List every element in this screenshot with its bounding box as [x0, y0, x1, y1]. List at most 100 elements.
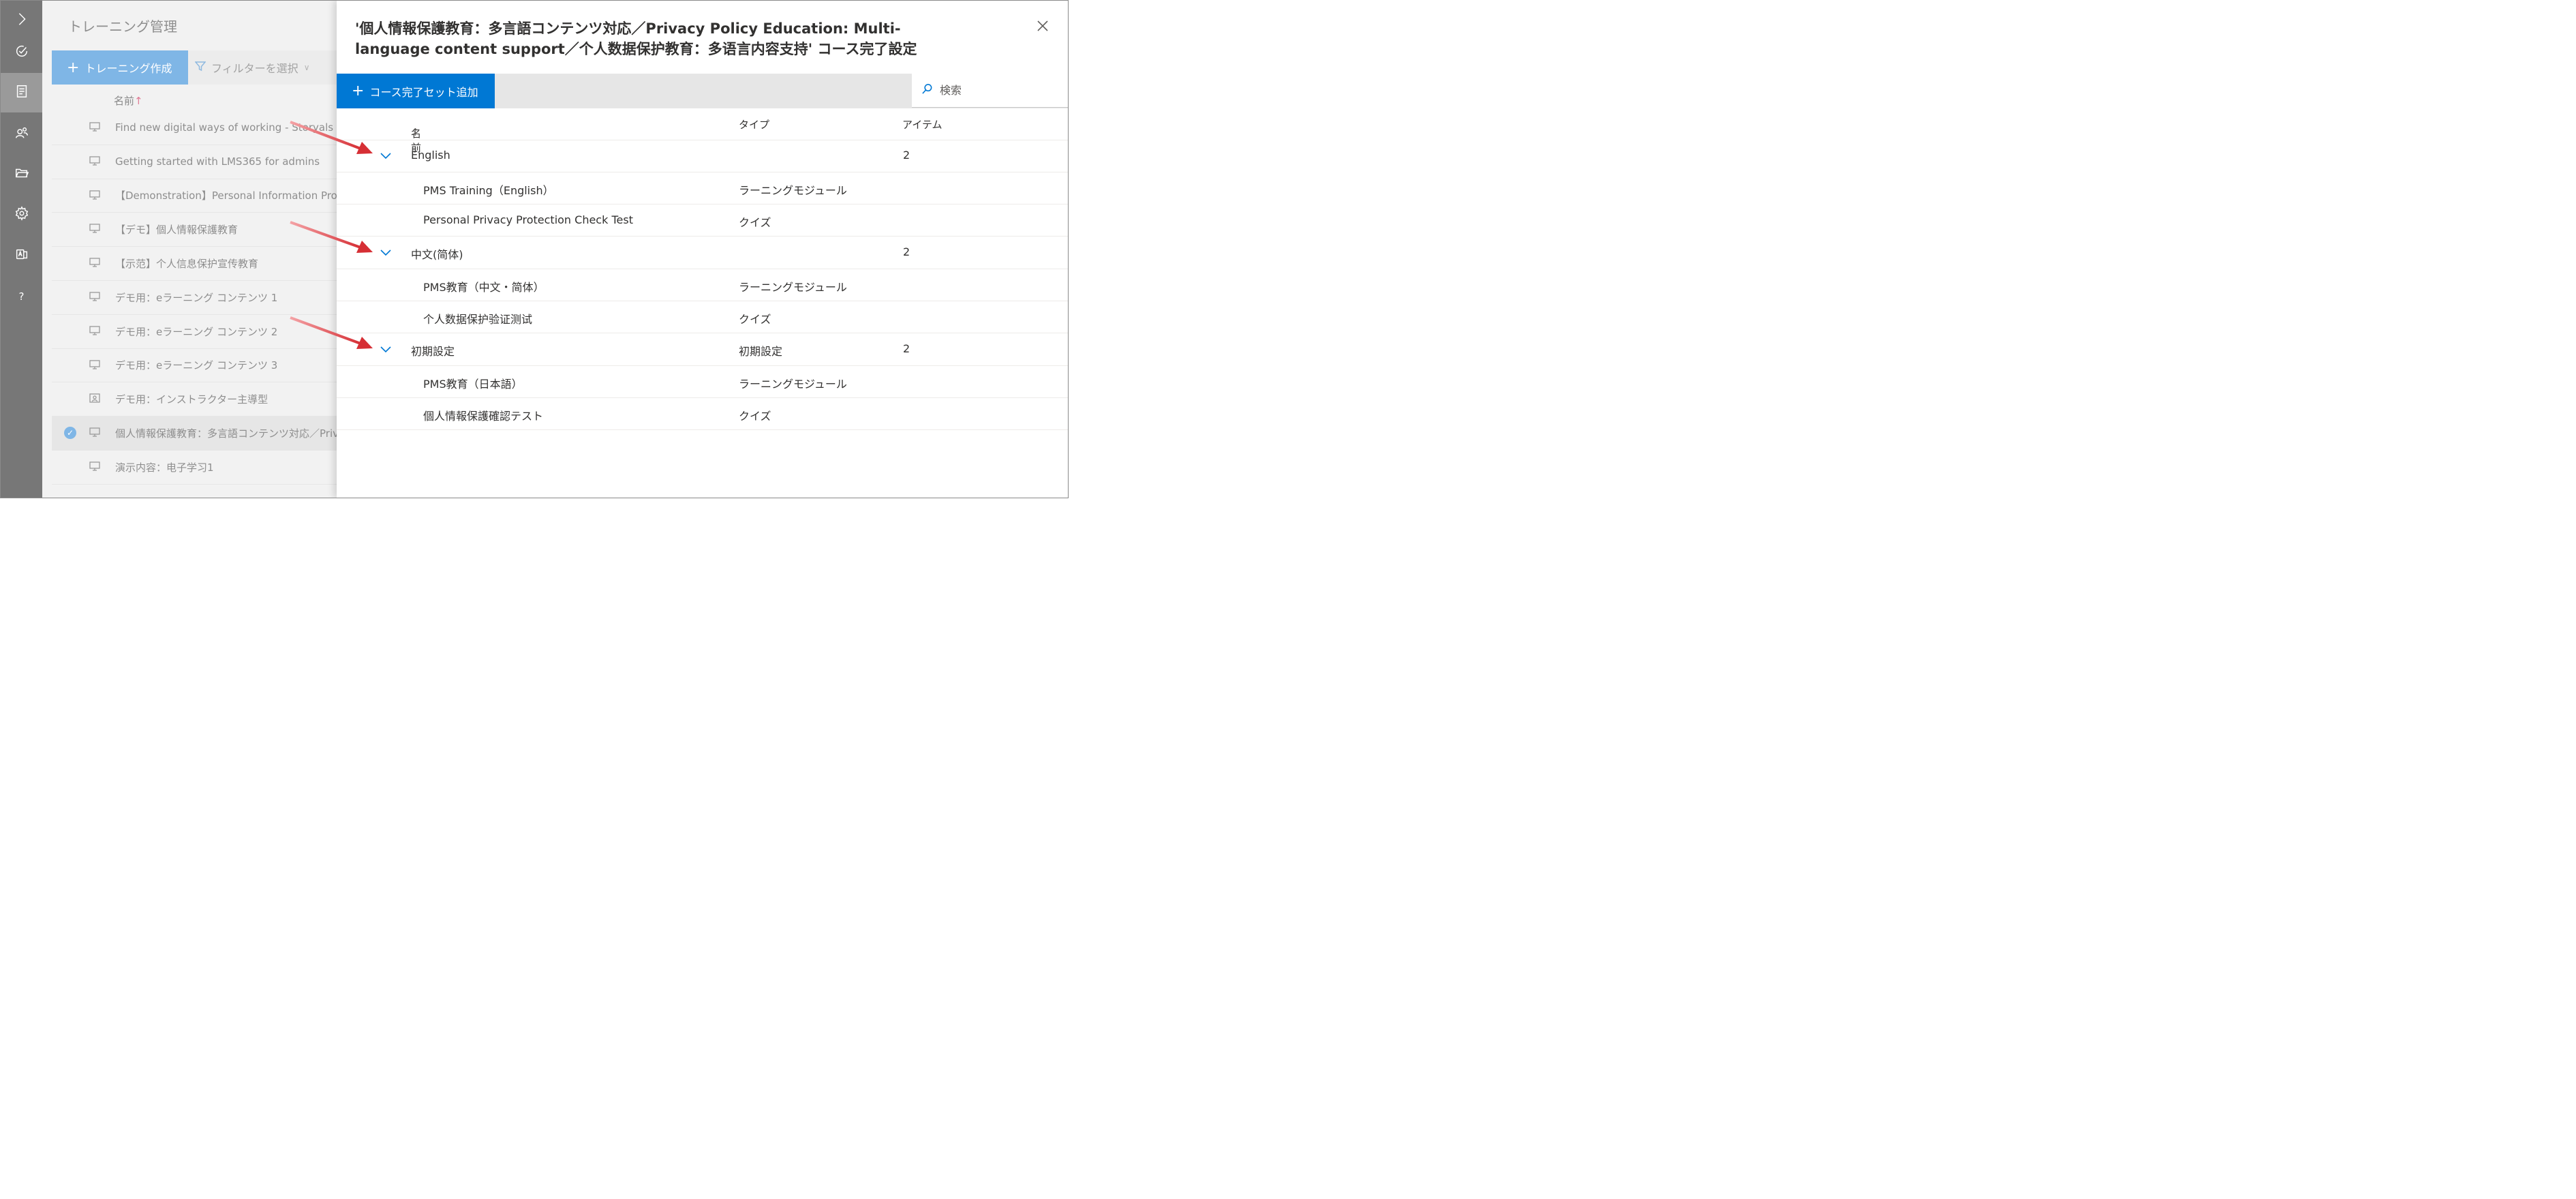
item-type: クイズ [739, 216, 771, 229]
table-row[interactable]: PMS Training（English） ラーニングモジュール [337, 172, 1068, 204]
list-item-label: デモ用：eラーニング コンテンツ 2 [115, 325, 278, 338]
search-input[interactable] [938, 83, 1057, 97]
item-name: PMS Training（English） [423, 184, 554, 197]
nav-item-help[interactable]: ? [1, 277, 42, 316]
group-name: English [411, 149, 450, 162]
list-item-label: デモ用：インストラクター主導型 [115, 393, 269, 406]
chevron-right-icon [14, 12, 29, 29]
filter-icon [194, 61, 211, 74]
item-name: PMS教育（中文・简体） [423, 281, 545, 294]
list-item[interactable]: デモ用：eラーニング コンテンツ 2 [52, 315, 345, 349]
group-name: 初期設定 [411, 345, 455, 358]
monitor-icon [89, 122, 100, 132]
table-row[interactable]: PMS教育（日本語） ラーニングモジュール [337, 366, 1068, 398]
group-name: 中文(简体) [411, 248, 463, 261]
monitor-icon [89, 326, 100, 335]
list-item[interactable]: Find new digital ways of working - Story… [52, 111, 345, 145]
gear-icon [14, 206, 29, 224]
chevron-down-icon[interactable] [379, 245, 394, 260]
group-row-default[interactable]: 初期設定 初期設定 2 [337, 333, 1068, 366]
list-item[interactable]: 【示范】个人信息保护宣传教育 [52, 247, 345, 281]
list-item-label: 【示范】个人信息保护宣传教育 [115, 258, 259, 271]
sort-arrow-icon: ↑ [411, 126, 420, 138]
group-row-chinese[interactable]: 中文(简体) 2 [337, 237, 1068, 269]
table-row[interactable]: 个人数据保护验证测试 クイズ [337, 301, 1068, 333]
list-item-label: 個人情報保護教育：多言語コンテンツ対応／Privacy [115, 427, 345, 440]
list-item-label: Find new digital ways of working - Story… [115, 121, 334, 134]
training-list: Find new digital ways of working - Story… [52, 111, 345, 485]
group-count: 2 [903, 342, 910, 355]
item-name: 个人数据保护验证测试 [423, 313, 533, 326]
nav-item-folders[interactable] [1, 155, 42, 194]
translate-icon [14, 247, 29, 264]
chevron-down-icon: ∨ [303, 63, 310, 72]
filter-label: フィルターを選択 [211, 62, 298, 75]
nav-item-translate[interactable] [1, 236, 42, 275]
table-header: 名前 ↑ タイプ アイテム [337, 108, 1068, 154]
create-training-button[interactable]: + トレーニング作成 [52, 50, 188, 85]
add-completion-set-label: コース完了セット追加 [369, 85, 478, 99]
list-item[interactable]: 演示内容：电子学习1 [52, 451, 345, 485]
course-completion-panel: '個人情報保護教育：多言語コンテンツ対応／Privacy Policy Educ… [337, 1, 1068, 498]
item-type: ラーニングモジュール [739, 378, 847, 391]
add-completion-set-button[interactable]: + コース完了セット追加 [337, 74, 495, 108]
folder-icon [14, 166, 29, 183]
plus-icon: + [352, 82, 365, 100]
list-item-label: 【デモ】個人情報保護教育 [115, 224, 239, 237]
table-row[interactable]: 個人情報保護確認テスト クイズ [337, 398, 1068, 430]
list-item-label: 【Demonstration】Personal Information Prot… [115, 189, 345, 202]
item-name: Personal Privacy Protection Check Test [423, 213, 633, 226]
close-icon [1037, 20, 1049, 35]
chevron-down-icon[interactable] [379, 342, 394, 357]
column-header-type[interactable]: タイプ [739, 117, 769, 132]
check-icon[interactable]: ✓ [64, 427, 76, 440]
panel-title: '個人情報保護教育：多言語コンテンツ対応／Privacy Policy Educ… [355, 20, 917, 57]
background-toolbar: + トレーニング作成 フィルターを選択 ∨ ↓ [52, 50, 346, 85]
list-item[interactable]: デモ用：eラーニング コンテンツ 3 [52, 349, 345, 383]
command-bar: + コース完了セット追加 [337, 74, 1068, 108]
item-type: クイズ [739, 313, 771, 326]
filter-dropdown[interactable]: フィルターを選択 ∨ [194, 50, 310, 85]
list-item[interactable]: 【Demonstration】Personal Information Prot… [52, 179, 345, 213]
search-icon [912, 83, 938, 97]
item-type: クイズ [739, 410, 771, 423]
monitor-icon [89, 359, 100, 369]
nav-item-users[interactable] [1, 115, 42, 154]
table-row[interactable]: PMS教育（中文・简体） ラーニングモジュール [337, 269, 1068, 301]
page-title: トレーニング管理 [68, 18, 177, 35]
document-icon [14, 84, 29, 102]
column-header-name[interactable]: 名前↑ [114, 93, 143, 108]
completion-set-table: English 2 PMS Training（English） ラーニングモジュ… [337, 140, 1068, 430]
column-header-items[interactable]: アイテム [902, 117, 942, 132]
list-item[interactable]: デモ用：インストラクター主導型 [52, 382, 345, 417]
table-row[interactable]: Personal Privacy Protection Check Test ク… [337, 204, 1068, 237]
list-item[interactable]: デモ用：eラーニング コンテンツ 1 [52, 281, 345, 315]
monitor-icon [89, 461, 100, 471]
chevron-down-icon[interactable] [379, 149, 394, 164]
app-frame: ? トレーニング管理 + トレーニング作成 フィルターを選択 ∨ ↓ 名前↑ F… [0, 0, 1069, 498]
monitor-icon [89, 258, 100, 267]
nav-item-trainings[interactable] [1, 73, 42, 112]
monitor-icon [89, 189, 100, 200]
sort-arrow-icon: ↑ [134, 95, 143, 107]
group-row-english[interactable]: English 2 [337, 140, 1068, 172]
group-count: 2 [903, 149, 910, 162]
create-training-label: トレーニング作成 [85, 62, 172, 75]
monitor-icon [89, 427, 100, 437]
column-name-label: 名前 [114, 95, 135, 107]
nav-item-settings[interactable] [1, 195, 42, 234]
list-item-selected[interactable]: ✓ 個人情報保護教育：多言語コンテンツ対応／Privacy [52, 416, 345, 451]
users-icon [14, 125, 29, 143]
nav-item-check[interactable] [1, 33, 42, 72]
item-type: ラーニングモジュール [739, 184, 847, 197]
plus-icon: + [67, 59, 80, 76]
monitor-icon [89, 156, 100, 166]
list-item-label: デモ用：eラーニング コンテンツ 1 [115, 291, 278, 304]
group-count: 2 [903, 245, 910, 258]
list-item[interactable]: Getting started with LMS365 for admins [52, 145, 345, 179]
left-nav-rail: ? [1, 1, 42, 498]
help-icon: ? [18, 290, 25, 303]
list-item[interactable]: 【デモ】個人情報保護教育 [52, 213, 345, 247]
close-button[interactable] [1037, 20, 1050, 33]
search-box[interactable] [912, 74, 1068, 108]
